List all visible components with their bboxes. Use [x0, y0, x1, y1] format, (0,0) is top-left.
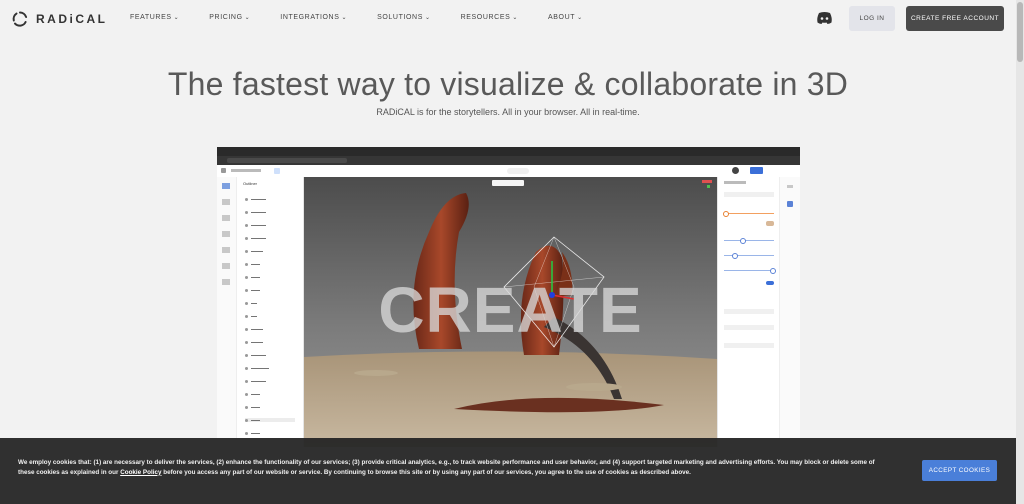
cast-shadow-toggle — [766, 281, 774, 285]
list-item: ▬▬▬▬▬ — [245, 210, 266, 214]
menu-about[interactable]: ABOUT ⌄ — [548, 14, 583, 21]
tool-icon — [222, 247, 230, 253]
app-preview[interactable]: Outliner ▬▬▬▬▬ ▬▬▬▬▬ ▬▬▬▬▬ ▬▬▬▬▬ ▬▬▬▬ ▬▬… — [217, 147, 800, 447]
menu-integrations[interactable]: INTEGRATIONS ⌄ — [280, 14, 347, 21]
penumbra-slider — [724, 270, 774, 271]
browser-urlbar — [217, 156, 800, 165]
list-item: ▬▬▬ — [245, 392, 260, 396]
top-navbar: RADiCAL FEATURES ⌄ PRICING ⌄ INTEGRATIONS ⌄… — [0, 0, 1016, 38]
chevron-down-icon: ⌄ — [512, 15, 518, 21]
list-item: ▬▬▬ — [245, 405, 260, 409]
panel-title — [724, 181, 746, 184]
cookie-banner: We employ cookies that: (1) are necessar… — [0, 438, 1016, 504]
scale-fields — [724, 343, 774, 348]
menu-label: FEATURES — [130, 14, 172, 21]
accept-cookies-button[interactable]: ACCEPT COOKIES — [922, 460, 997, 481]
share-button — [750, 167, 763, 174]
menu-label: SOLUTIONS — [377, 14, 423, 21]
list-item: ▬▬ — [245, 314, 257, 318]
browser-titlebar — [217, 147, 800, 156]
3d-viewport[interactable]: CREATE — [304, 177, 717, 447]
tool-icon — [222, 215, 230, 221]
home-icon — [221, 168, 226, 173]
chevron-down-icon: ⌄ — [173, 15, 180, 21]
list-item: ▬▬▬ — [245, 431, 260, 435]
login-button[interactable]: LOG IN — [849, 6, 895, 31]
left-tool-rail — [217, 177, 237, 447]
chevron-down-icon: ⌄ — [341, 15, 348, 21]
page-scrollbar[interactable] — [1016, 0, 1024, 504]
menu-label: RESOURCES — [460, 14, 511, 21]
slider-knob — [732, 253, 738, 259]
main-menu: FEATURES ⌄ PRICING ⌄ INTEGRATIONS ⌄ SOLUTIO… — [130, 14, 611, 21]
list-item: ▬▬▬ — [245, 275, 260, 279]
exposure-slider — [724, 213, 774, 214]
list-item: ▬▬▬▬ — [245, 340, 263, 344]
slider-knob — [740, 238, 746, 244]
tool-icon — [222, 231, 230, 237]
cookie-notice-text: We employ cookies that: (1) are necessar… — [18, 458, 878, 477]
cookie-policy-link[interactable]: Cookie Policy — [120, 469, 161, 476]
scrollbar-thumb[interactable] — [1017, 2, 1023, 62]
chevron-down-icon: ⌄ — [244, 15, 251, 21]
distance-slider — [724, 240, 774, 241]
menu-resources[interactable]: RESOURCES ⌄ — [461, 14, 518, 21]
list-item: ▬▬ — [245, 301, 257, 305]
list-item: ▬▬▬▬▬ — [245, 197, 266, 201]
list-item: ▬▬▬ — [245, 262, 260, 266]
hero-title: The fastest way to visualize & collabora… — [167, 66, 849, 102]
select-tool-icon — [274, 168, 280, 174]
list-item: ▬▬▬▬▬ — [245, 223, 266, 227]
logo[interactable]: RADiCAL — [12, 11, 108, 27]
menu-label: PRICING — [209, 14, 243, 21]
tool-icon — [222, 199, 230, 205]
list-item: ▬▬▬▬▬ — [245, 353, 266, 357]
hero-subtitle: RADiCAL is for the storytellers. All in … — [376, 107, 640, 117]
url-field — [227, 158, 347, 163]
chevron-down-icon: ⌄ — [424, 15, 431, 21]
create-account-button[interactable]: CREATE FREE ACCOUNT — [906, 6, 1004, 31]
slider-knob — [723, 211, 729, 217]
list-item: ▬▬▬▬▬ — [245, 379, 266, 383]
outliner-panel: Outliner ▬▬▬▬▬ ▬▬▬▬▬ ▬▬▬▬▬ ▬▬▬▬▬ ▬▬▬▬ ▬▬… — [237, 177, 304, 447]
mode-toggle — [507, 168, 529, 174]
create-overlay-text: CREATE — [378, 274, 643, 346]
tool-icon — [222, 279, 230, 285]
position-fields — [724, 309, 774, 314]
tool-icon — [787, 185, 793, 188]
list-item: ▬▬▬▬▬ — [245, 236, 266, 240]
discord-icon[interactable] — [816, 11, 833, 25]
menu-label: INTEGRATIONS — [280, 14, 340, 21]
menu-features[interactable]: FEATURES ⌄ — [130, 14, 179, 21]
menu-label: ABOUT — [548, 14, 576, 21]
panel-tabs — [724, 192, 774, 197]
file-name — [231, 169, 261, 172]
rotation-fields — [724, 325, 774, 330]
menu-pricing[interactable]: PRICING ⌄ — [209, 14, 250, 21]
outliner-icon — [222, 183, 230, 189]
list-item: ▬▬▬▬▬▬ — [245, 366, 269, 370]
color-swatch — [766, 221, 774, 226]
outliner-title: Outliner — [243, 181, 258, 186]
cookie-text-part: before you access any part of our websit… — [161, 468, 691, 476]
brand-name: RADiCAL — [36, 12, 108, 26]
tool-icon — [787, 201, 793, 207]
chevron-down-icon: ⌄ — [577, 15, 583, 21]
right-tool-rail — [779, 177, 800, 447]
list-item-selected: ▬▬▬ — [245, 418, 295, 422]
avatar — [732, 167, 739, 174]
tool-icon — [222, 263, 230, 269]
list-item: ▬▬▬▬ — [245, 249, 263, 253]
camera-selector — [492, 180, 524, 186]
menu-solutions[interactable]: SOLUTIONS ⌄ — [377, 14, 431, 21]
radical-logo-icon — [12, 11, 28, 27]
list-item: ▬▬▬ — [245, 288, 260, 292]
list-item: ▬▬▬▬ — [245, 327, 263, 331]
slider-knob — [770, 268, 776, 274]
properties-panel — [717, 177, 780, 447]
